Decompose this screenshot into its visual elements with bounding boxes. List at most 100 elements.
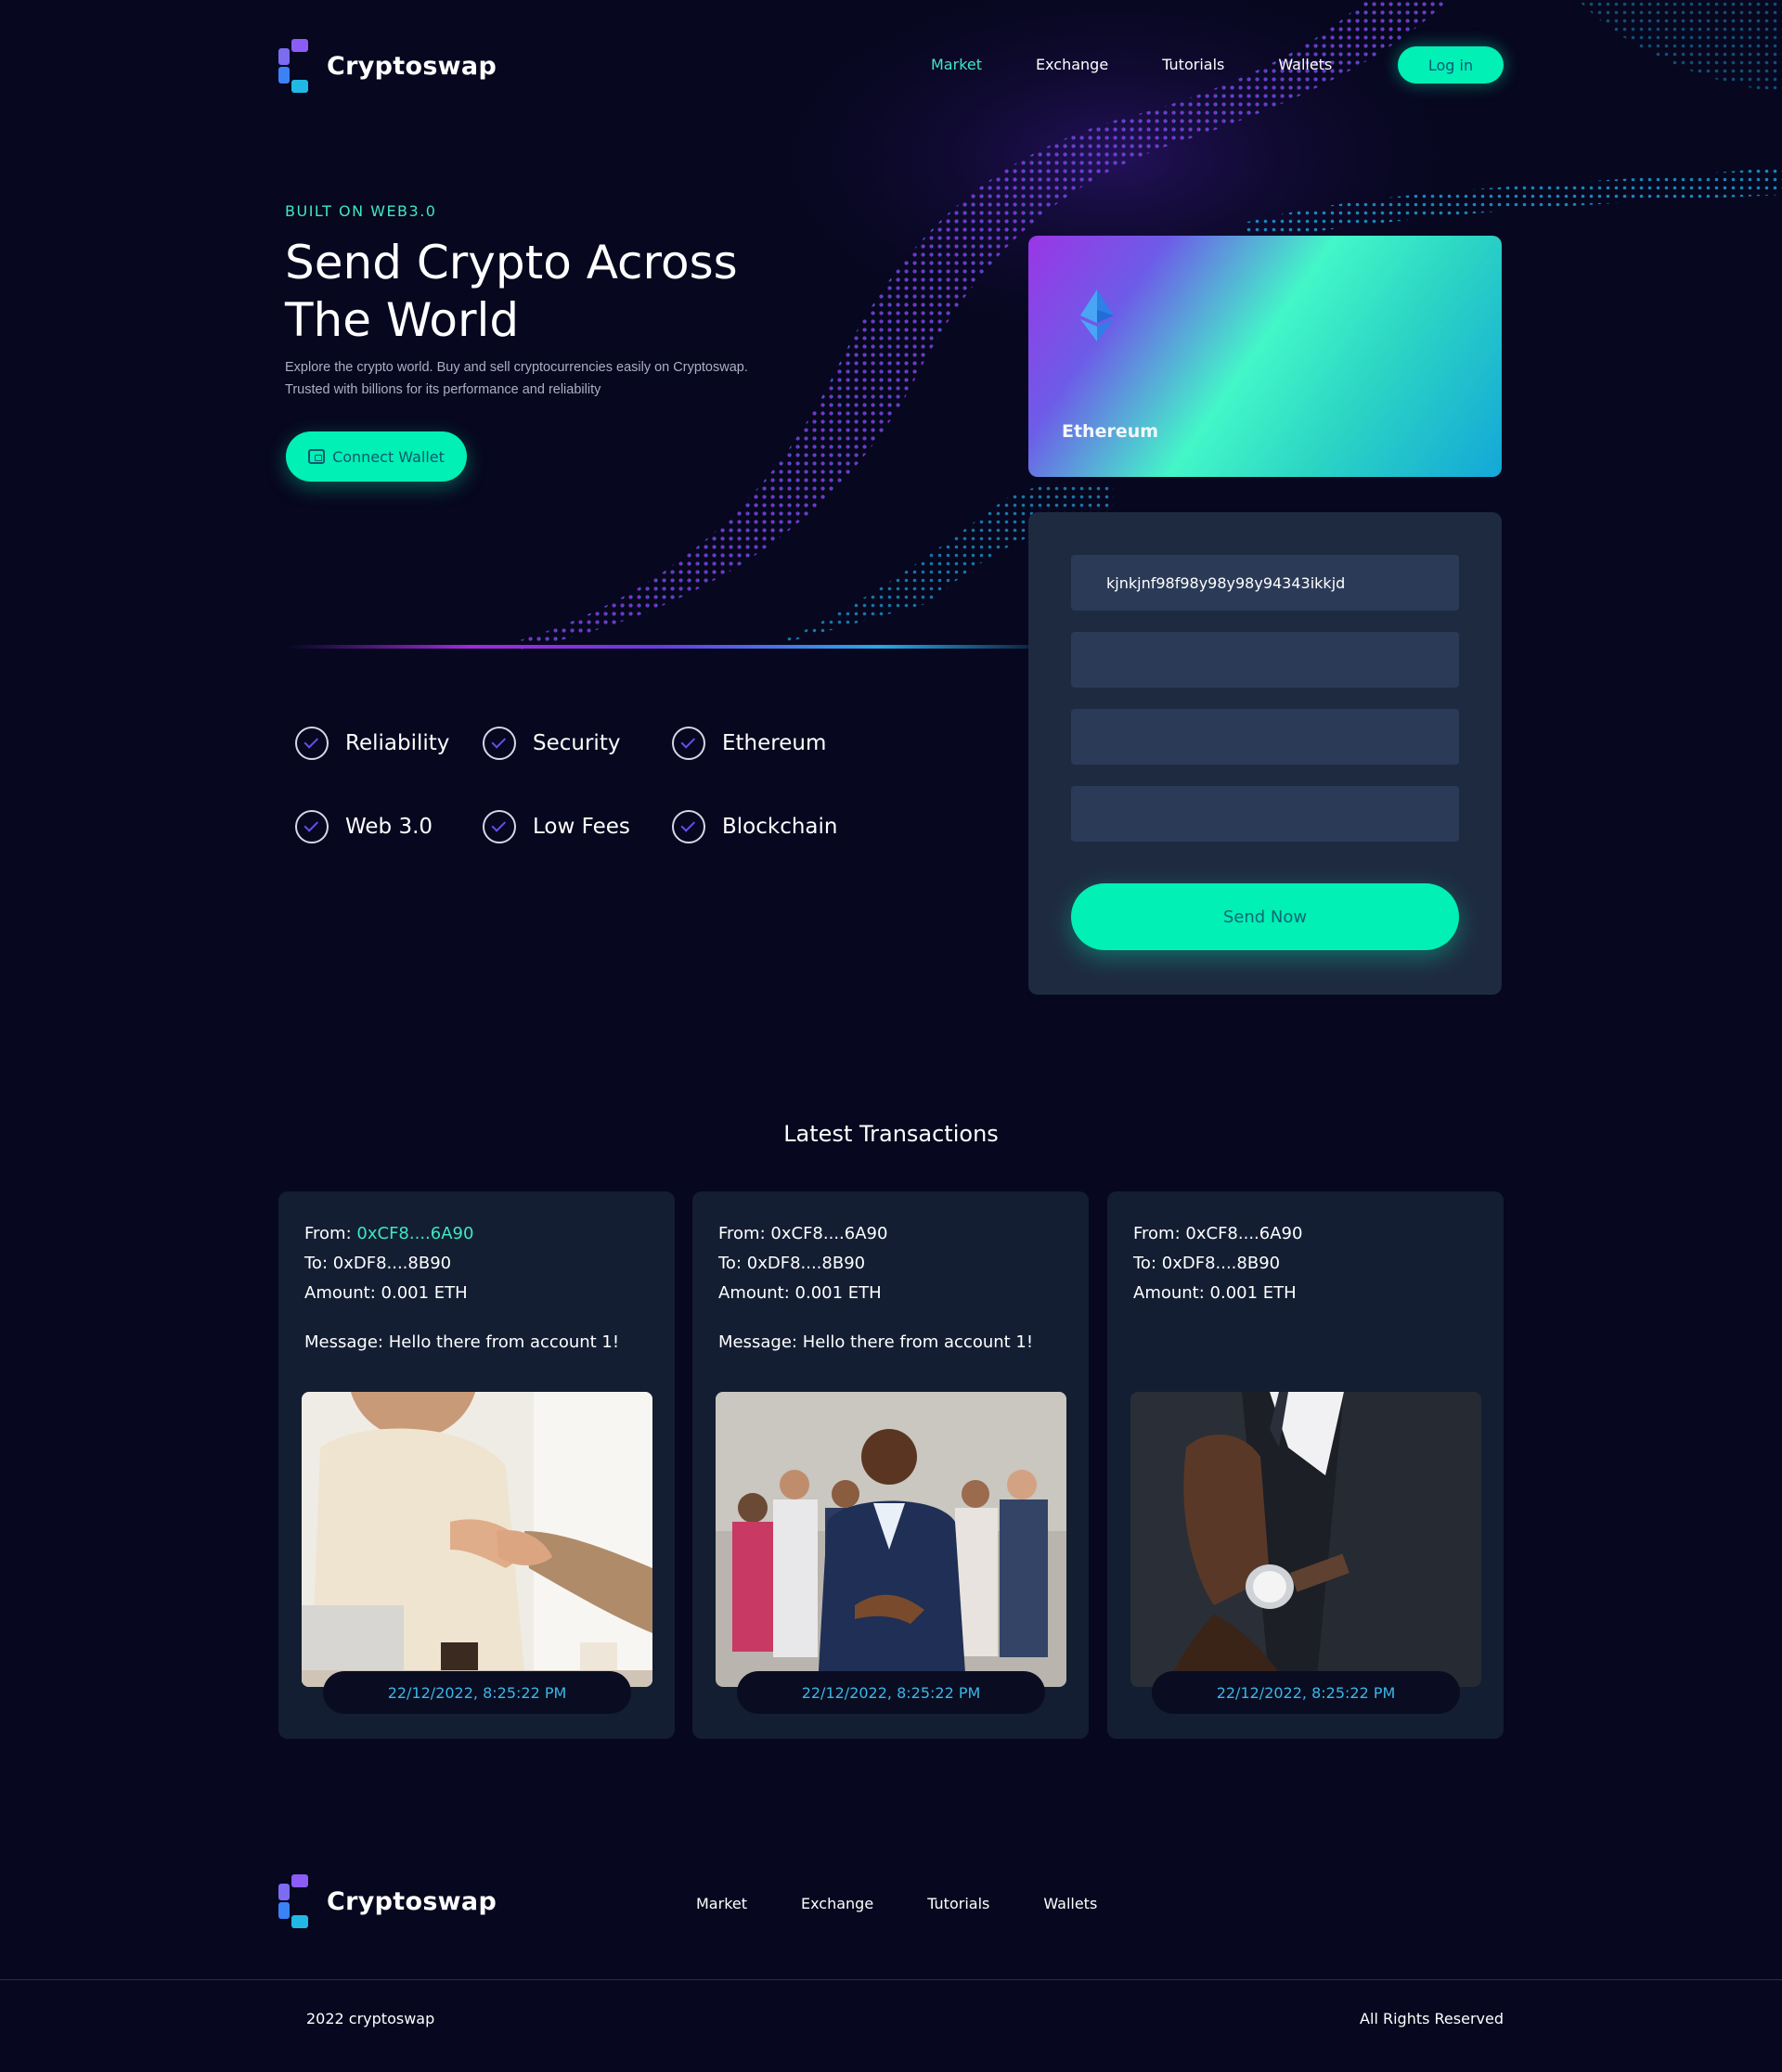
tx-amount-label: Amount: (718, 1283, 790, 1303)
tx-amount-value: 0.001 ETH (381, 1283, 468, 1303)
feature-label: Security (533, 731, 621, 755)
hero-title: Send Crypto Across The World (285, 234, 805, 349)
nav-link-market[interactable]: Market (931, 56, 982, 73)
feature-label: Reliability (345, 731, 450, 755)
send-form-panel: Send Now (1028, 512, 1502, 995)
feature-low-fees: Low Fees (483, 810, 630, 843)
page: Cryptoswap Market Exchange Tutorials Wal… (0, 0, 1782, 2072)
handshake-photo (302, 1392, 652, 1687)
tx-amount: Amount: 0.001 ETH (718, 1283, 882, 1303)
tx-from-address[interactable]: 0xCF8....6A90 (770, 1224, 887, 1243)
feature-label: Low Fees (533, 815, 630, 839)
amount-input[interactable] (1071, 632, 1459, 688)
feature-ethereum: Ethereum (672, 727, 826, 760)
hero-title-line-2: The World (285, 293, 520, 347)
tx-from: From: 0xCF8....6A90 (718, 1224, 887, 1243)
feature-label: Blockchain (722, 815, 838, 839)
transaction-card: From: 0xCF8....6A90 To: 0xDF8....8B90 Am… (278, 1191, 675, 1739)
ethereum-card: Ethereum (1028, 236, 1502, 477)
dotted-wave-decoration (520, 0, 1782, 650)
team-photo (716, 1392, 1066, 1687)
feature-web3: Web 3.0 (295, 810, 433, 843)
check-circle-icon (672, 727, 705, 760)
connect-wallet-label: Connect Wallet (332, 447, 445, 466)
feature-label: Ethereum (722, 731, 827, 755)
tx-to-label: To: (304, 1254, 329, 1273)
tx-message: Message: Hello there from account 1! (304, 1332, 619, 1352)
footer-logo[interactable]: Cryptoswap (278, 1874, 497, 1928)
tx-message-label: Message: (304, 1332, 383, 1352)
tx-to: To: 0xDF8....8B90 (1133, 1254, 1280, 1273)
feature-blockchain: Blockchain (672, 810, 838, 843)
top-navigation: Cryptoswap Market Exchange Tutorials Wal… (278, 35, 1504, 100)
footer-link-tutorials[interactable]: Tutorials (927, 1895, 989, 1912)
tx-message-text: Hello there from account 1! (802, 1332, 1034, 1352)
tx-timestamp: 22/12/2022, 8:25:22 PM (323, 1671, 631, 1714)
logo-mark-icon (278, 39, 312, 93)
tx-to: To: 0xDF8....8B90 (718, 1254, 865, 1273)
hero-description: Explore the crypto world. Buy and sell c… (285, 360, 748, 397)
footer-divider (0, 1979, 1782, 1980)
rights-text: All Rights Reserved (1360, 2010, 1504, 2027)
transaction-card: From: 0xCF8....6A90 To: 0xDF8....8B90 Am… (1107, 1191, 1504, 1739)
tx-to: To: 0xDF8....8B90 (304, 1254, 451, 1273)
logo-mark-icon (278, 1874, 312, 1928)
check-circle-icon (483, 727, 516, 760)
brand-logo[interactable]: Cryptoswap (278, 39, 497, 93)
tx-message-label: Message: (718, 1332, 797, 1352)
footer-link-exchange[interactable]: Exchange (801, 1895, 873, 1912)
copyright-text: 2022 cryptoswap (306, 2010, 435, 2027)
check-circle-icon (295, 727, 329, 760)
tx-message: Message: Hello there from account 1! (718, 1332, 1033, 1352)
tx-from-address[interactable]: 0xCF8....6A90 (356, 1224, 473, 1243)
hero-eyebrow: BUILT ON WEB3.0 (285, 202, 437, 220)
nav-link-wallets[interactable]: Wallets (1278, 56, 1332, 73)
login-button[interactable]: Log in (1398, 46, 1504, 84)
tx-to-label: To: (718, 1254, 742, 1273)
tx-amount-value: 0.001 ETH (1209, 1283, 1297, 1303)
feature-security: Security (483, 727, 620, 760)
tx-amount: Amount: 0.001 ETH (1133, 1283, 1297, 1303)
footer-brand-name: Cryptoswap (327, 1886, 497, 1916)
footer-link-wallets[interactable]: Wallets (1043, 1895, 1097, 1912)
tx-amount-value: 0.001 ETH (794, 1283, 882, 1303)
wallet-icon (308, 449, 326, 464)
check-circle-icon (672, 810, 705, 843)
tx-from: From: 0xCF8....6A90 (1133, 1224, 1302, 1243)
tx-from-label: From: (1133, 1224, 1181, 1243)
keyword-input[interactable] (1071, 709, 1459, 765)
transaction-card: From: 0xCF8....6A90 To: 0xDF8....8B90 Am… (692, 1191, 1089, 1739)
tx-amount: Amount: 0.001 ETH (304, 1283, 468, 1303)
transactions-title: Latest Transactions (783, 1121, 999, 1147)
tx-from-label: From: (304, 1224, 352, 1243)
tx-from-address[interactable]: 0xCF8....6A90 (1185, 1224, 1302, 1243)
footer-link-market[interactable]: Market (696, 1895, 747, 1912)
connect-wallet-button[interactable]: Connect Wallet (286, 431, 467, 482)
address-input[interactable] (1071, 555, 1459, 611)
nav-links: Market Exchange Tutorials Wallets (931, 56, 1386, 73)
footer-links: Market Exchange Tutorials Wallets (696, 1895, 1151, 1912)
tx-amount-label: Amount: (1133, 1283, 1205, 1303)
tx-to-address[interactable]: 0xDF8....8B90 (747, 1254, 865, 1273)
nav-link-exchange[interactable]: Exchange (1036, 56, 1108, 73)
card-label: Ethereum (1062, 421, 1159, 442)
send-now-button[interactable]: Send Now (1071, 883, 1459, 950)
check-circle-icon (483, 810, 516, 843)
tx-timestamp: 22/12/2022, 8:25:22 PM (1152, 1671, 1460, 1714)
tx-message-text: Hello there from account 1! (388, 1332, 620, 1352)
tx-from: From: 0xCF8....6A90 (304, 1224, 473, 1243)
tx-timestamp: 22/12/2022, 8:25:22 PM (737, 1671, 1045, 1714)
ethereum-icon (1080, 290, 1114, 341)
feature-label: Web 3.0 (345, 815, 433, 839)
tx-from-label: From: (718, 1224, 766, 1243)
tx-to-address[interactable]: 0xDF8....8B90 (333, 1254, 451, 1273)
feature-reliability: Reliability (295, 727, 449, 760)
message-input[interactable] (1071, 786, 1459, 842)
hero-title-line-1: Send Crypto Across (285, 236, 738, 290)
tx-amount-label: Amount: (304, 1283, 376, 1303)
tx-to-label: To: (1133, 1254, 1157, 1273)
brand-name: Cryptoswap (327, 51, 497, 81)
nav-link-tutorials[interactable]: Tutorials (1162, 56, 1224, 73)
tx-to-address[interactable]: 0xDF8....8B90 (1162, 1254, 1280, 1273)
check-circle-icon (295, 810, 329, 843)
